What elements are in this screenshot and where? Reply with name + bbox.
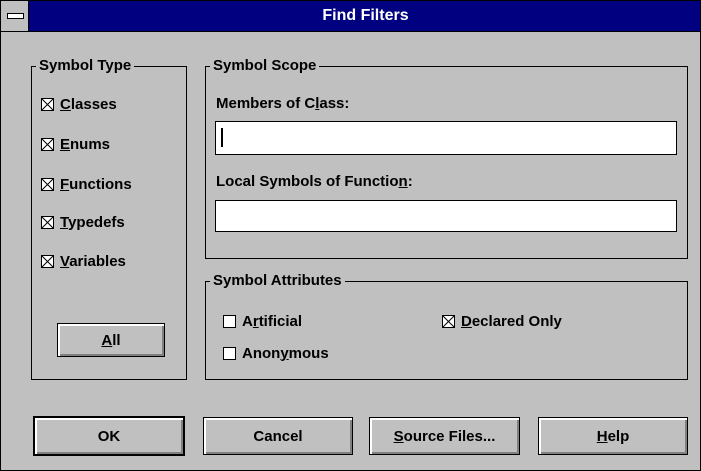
text-caret — [221, 128, 223, 147]
all-button[interactable]: All — [57, 323, 165, 357]
members-of-class-label: Members of Class: — [216, 95, 350, 112]
checkbox-box — [41, 215, 54, 229]
checkbox-label: Typedefs — [60, 213, 125, 231]
checkbox-label: Artificial — [242, 312, 303, 330]
system-menu-button[interactable] — [1, 1, 29, 31]
members-of-class-input[interactable] — [215, 121, 677, 155]
symbol-attributes-legend: Symbol Attributes — [213, 272, 342, 289]
find-filters-dialog: Find Filters Symbol Type Classes Enums F… — [0, 0, 701, 471]
checkbox-box — [442, 314, 455, 328]
system-menu-icon — [7, 13, 24, 19]
source-files-button[interactable]: Source Files... — [369, 417, 520, 455]
local-symbols-of-function-label: Local Symbols of Function: — [216, 173, 413, 190]
checkbox-classes[interactable]: Classes — [41, 94, 117, 114]
symbol-type-legend: Symbol Type — [39, 57, 132, 74]
checkbox-label: Classes — [60, 95, 117, 113]
checkbox-box — [41, 137, 54, 151]
local-symbols-of-function-input[interactable] — [215, 200, 677, 232]
checkbox-box — [41, 254, 54, 268]
title-bar: Find Filters — [1, 1, 700, 32]
checkbox-label: Anonymous — [242, 344, 329, 362]
ok-button[interactable]: OK — [33, 416, 185, 456]
checkbox-declared-only[interactable]: Declared Only — [442, 311, 562, 331]
checkbox-enums[interactable]: Enums — [41, 134, 110, 154]
checkbox-label: Functions — [60, 175, 132, 193]
checkbox-label: Variables — [60, 252, 126, 270]
checkbox-variables[interactable]: Variables — [41, 251, 126, 271]
checkbox-box — [41, 177, 54, 191]
checkbox-typedefs[interactable]: Typedefs — [41, 212, 125, 232]
checkbox-box — [223, 314, 236, 328]
window-title: Find Filters — [322, 7, 409, 24]
checkbox-box — [41, 97, 54, 111]
checkbox-box — [223, 346, 236, 360]
help-button[interactable]: Help — [538, 417, 688, 455]
checkbox-functions[interactable]: Functions — [41, 174, 132, 194]
checkbox-label: Enums — [60, 135, 111, 153]
checkbox-anonymous[interactable]: Anonymous — [223, 343, 329, 363]
checkbox-label: Declared Only — [461, 312, 562, 330]
checkbox-artificial[interactable]: Artificial — [223, 311, 302, 331]
cancel-button[interactable]: Cancel — [203, 417, 353, 455]
symbol-scope-legend: Symbol Scope — [213, 57, 317, 74]
